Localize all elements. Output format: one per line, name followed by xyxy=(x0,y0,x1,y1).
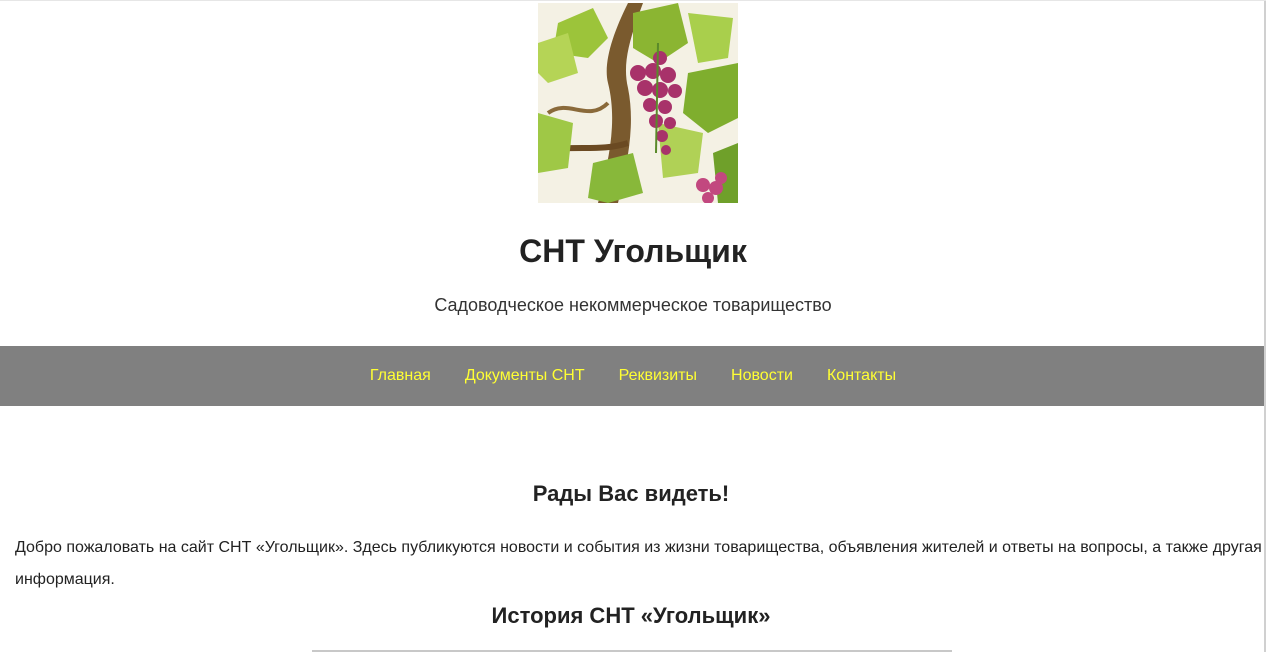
nav-link-home[interactable]: Главная xyxy=(370,366,431,386)
page: СНТ Угольщик Садоводческое некоммерческо… xyxy=(0,0,1266,652)
site-tagline: Садоводческое некоммерческое товариществ… xyxy=(434,295,832,315)
nav-link-contacts[interactable]: Контакты xyxy=(827,366,896,386)
nav-link-news[interactable]: Новости xyxy=(731,366,793,386)
main-navigation: Главная Документы СНТ Реквизиты Новости … xyxy=(0,346,1266,406)
welcome-heading: Рады Вас видеть! xyxy=(532,481,730,506)
site-title[interactable]: СНТ Угольщик xyxy=(0,231,1266,271)
grapevine-icon xyxy=(538,3,738,203)
nav-link-requisites[interactable]: Реквизиты xyxy=(619,366,697,386)
welcome-paragraph: Добро пожаловать на сайт СНТ «Угольщик».… xyxy=(15,539,1262,588)
grapevine-logo-image xyxy=(538,3,738,203)
nav-link-documents[interactable]: Документы СНТ xyxy=(465,366,585,386)
history-heading: История СНТ «Угольщик» xyxy=(491,603,771,628)
